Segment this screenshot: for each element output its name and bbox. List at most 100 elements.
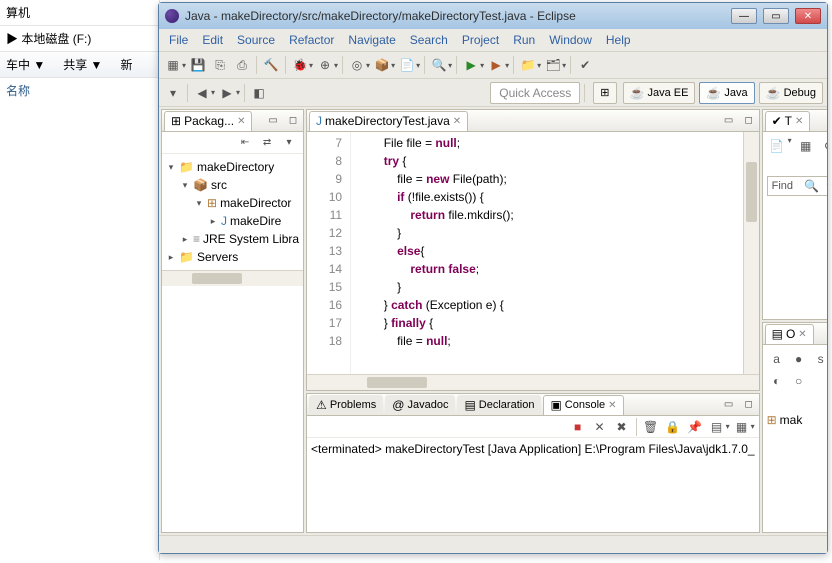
menu-navigate[interactable]: Navigate	[348, 33, 395, 47]
dropdown-icon[interactable]: ▾	[821, 179, 827, 193]
pin-button[interactable]: ◧	[249, 83, 269, 103]
run-button[interactable]: ▶	[461, 55, 481, 75]
open-perspective-button[interactable]: ⊞	[593, 82, 616, 104]
new-project-button[interactable]: 🗂	[543, 55, 563, 75]
minimize-view-button[interactable]: ▭	[721, 113, 737, 129]
menu-edit[interactable]: Edit	[202, 33, 223, 47]
titlebar[interactable]: Java - makeDirectory/src/makeDirectory/m…	[159, 3, 827, 29]
console-output[interactable]: <terminated> makeDirectoryTest [Java App…	[307, 438, 759, 532]
editor-tab[interactable]: J makeDirectoryTest.java ✕	[309, 111, 468, 131]
hide-fields-button[interactable]: ●	[789, 349, 809, 369]
save-button[interactable]: 💾	[188, 55, 208, 75]
menu-source[interactable]: Source	[237, 33, 275, 47]
clear-console-button[interactable]: 🗑	[641, 417, 661, 437]
outline-tab[interactable]: ▤ O ✕	[765, 324, 814, 344]
new-package-button[interactable]: 📦	[372, 55, 392, 75]
close-icon[interactable]: ✕	[237, 116, 245, 127]
back-button[interactable]: ◀	[192, 83, 212, 103]
build-button[interactable]: 🔨	[261, 55, 281, 75]
new-button[interactable]: ▦	[163, 55, 183, 75]
menubar: File Edit Source Refactor Navigate Search Proj…	[159, 29, 827, 51]
menu-help[interactable]: Help	[606, 33, 631, 47]
explorer-breadcrumb[interactable]: ▶ 本地磁盘 (F:)	[0, 26, 159, 52]
maximize-view-button[interactable]: ◻	[285, 113, 301, 129]
line-gutter: 789101112131415161718	[307, 132, 351, 374]
find-input[interactable]: Find 🔍 ▾	[767, 176, 827, 196]
tab-console[interactable]: ▣Console ✕	[543, 395, 623, 415]
eclipse-icon	[165, 9, 179, 23]
close-icon[interactable]: ✕	[608, 400, 616, 411]
pkg-hscroll[interactable]	[162, 270, 303, 286]
debug-button[interactable]: 🐞	[290, 55, 310, 75]
pin-console-button[interactable]: 📌	[685, 417, 705, 437]
package-explorer-tab[interactable]: ⊞ Packag... ✕	[164, 111, 252, 131]
collapse-all-button[interactable]: ⇤	[237, 135, 253, 151]
hide-local-button[interactable]: ○	[789, 371, 809, 391]
explorer-share-btn[interactable]: 共享 ▼	[63, 56, 102, 73]
minimize-view-button[interactable]: ▭	[265, 113, 281, 129]
maximize-view-button[interactable]: ◻	[741, 397, 757, 413]
categorize-button[interactable]: ▦	[796, 136, 816, 156]
maximize-button[interactable]: ▭	[763, 8, 789, 24]
menu-window[interactable]: Window	[549, 33, 592, 47]
explorer-column-name[interactable]: 名称	[0, 78, 159, 103]
menu-search[interactable]: Search	[410, 33, 448, 47]
src-icon: 📦	[193, 178, 208, 192]
task-list-tab[interactable]: ✔ T ✕	[765, 111, 811, 131]
editor-hscroll[interactable]	[307, 374, 759, 390]
remove-launch-button[interactable]: ✕	[590, 417, 610, 437]
display-selected-button[interactable]: ▤	[707, 417, 727, 437]
package-tree[interactable]: ▾📁makeDirectory ▾📦src ▾⊞makeDirector ▸Jm…	[162, 154, 303, 270]
menu-project[interactable]: Project	[462, 33, 499, 47]
new-task-button[interactable]: 📄	[767, 136, 787, 156]
hide-static-button[interactable]: s	[811, 349, 827, 369]
explorer-tab-label: 算机	[6, 4, 30, 21]
close-button[interactable]: ✕	[795, 8, 821, 24]
open-console-button[interactable]: ▦	[732, 417, 752, 437]
explorer-organize-btn[interactable]: 车中 ▼	[6, 56, 45, 73]
save-all-button[interactable]: ⎘	[210, 55, 230, 75]
close-icon[interactable]: ✕	[795, 116, 803, 127]
forward-button[interactable]: ▶	[217, 83, 237, 103]
tab-declaration[interactable]: ▤Declaration	[457, 395, 541, 415]
new-server-button[interactable]: 📁	[518, 55, 538, 75]
view-menu-button[interactable]: ▾	[281, 135, 297, 151]
close-icon[interactable]: ✕	[798, 329, 806, 340]
search-button[interactable]: 🔍	[429, 55, 449, 75]
maximize-view-button[interactable]: ◻	[826, 326, 827, 342]
maximize-view-button[interactable]: ◻	[826, 113, 827, 129]
menu-refactor[interactable]: Refactor	[289, 33, 334, 47]
new-class-button[interactable]: ◎	[347, 55, 367, 75]
quick-access-input[interactable]: Quick Access	[490, 82, 580, 104]
hide-non-public-button[interactable]: ◐	[767, 371, 787, 391]
close-icon[interactable]: ✕	[453, 116, 461, 127]
coverage-button[interactable]: ⊕	[315, 55, 335, 75]
tab-problems[interactable]: ⚠Problems	[309, 395, 383, 415]
package-explorer-view: ⊞ Packag... ✕ ▭ ◻ ⇤ ⇄ ▾ ▾📁makeDirectory …	[161, 109, 304, 533]
sort-button[interactable]: a	[767, 349, 787, 369]
nav-dropdown-button[interactable]: ▾	[163, 83, 183, 103]
open-type-button[interactable]: 📄	[397, 55, 417, 75]
task-button[interactable]: ✔	[575, 55, 595, 75]
scroll-lock-button[interactable]: 🔒	[663, 417, 683, 437]
menu-file[interactable]: File	[169, 33, 188, 47]
minimize-button[interactable]: —	[731, 8, 757, 24]
sync-button[interactable]: ⟳	[820, 136, 827, 156]
maximize-view-button[interactable]: ◻	[741, 113, 757, 129]
print-button[interactable]: ⎙	[232, 55, 252, 75]
terminate-button[interactable]: ■	[568, 417, 588, 437]
run-last-button[interactable]: ▶	[486, 55, 506, 75]
perspective-java[interactable]: ☕Java	[699, 82, 754, 104]
remove-all-button[interactable]: ✖	[612, 417, 632, 437]
explorer-new-btn[interactable]: 新	[120, 56, 132, 73]
explorer-file-list[interactable]	[0, 103, 140, 563]
editor-vscroll[interactable]	[743, 132, 759, 374]
tab-javadoc[interactable]: @Javadoc	[385, 395, 455, 415]
perspective-debug[interactable]: ☕Debug	[759, 82, 823, 104]
perspective-java-ee[interactable]: ☕Java EE	[623, 82, 696, 104]
link-editor-button[interactable]: ⇄	[259, 135, 275, 151]
minimize-view-button[interactable]: ▭	[721, 397, 737, 413]
code-lines[interactable]: File file = null; try { file = new File(…	[351, 132, 743, 374]
menu-run[interactable]: Run	[513, 33, 535, 47]
code-editor[interactable]: 789101112131415161718 File file = null; …	[307, 132, 759, 374]
